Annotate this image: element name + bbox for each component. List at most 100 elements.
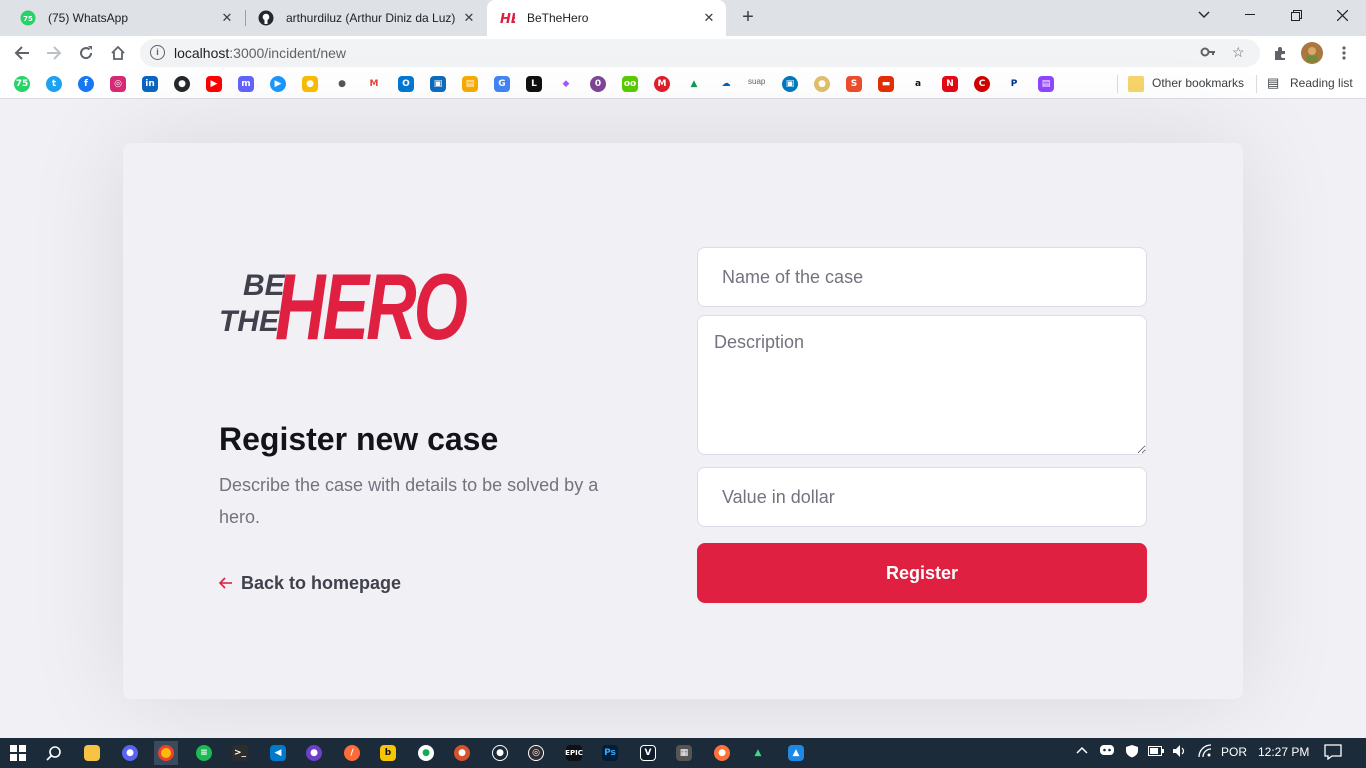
volume-icon[interactable]	[1172, 744, 1188, 761]
github-icon[interactable]: ●	[174, 76, 190, 92]
gmail-icon[interactable]: M	[366, 76, 382, 92]
obs-icon[interactable]: ◎	[524, 741, 548, 765]
linkedin-icon[interactable]: in	[142, 76, 158, 92]
figma-icon[interactable]: ◆	[558, 76, 574, 92]
back-icon[interactable]	[9, 40, 35, 66]
onion-icon[interactable]: 0	[590, 76, 606, 92]
apple-icon[interactable]: ●	[334, 76, 350, 92]
back-link-label: Back to homepage	[241, 573, 402, 593]
trello-icon[interactable]: ▣	[782, 76, 798, 92]
duolingo-icon[interactable]: oo	[622, 76, 638, 92]
close-window-button[interactable]	[1319, 0, 1365, 30]
reload-icon[interactable]	[73, 40, 99, 66]
back-to-homepage-link[interactable]: Back to homepage	[218, 573, 402, 594]
twitch-icon[interactable]: ▤	[1038, 76, 1054, 92]
tab-bethehero[interactable]: HE BeTheHero ✕	[487, 0, 726, 36]
drive-icon[interactable]: ▲	[686, 76, 702, 92]
postman-icon[interactable]: /	[340, 741, 364, 765]
address-bar[interactable]: i localhost:3000/incident/new ☆	[140, 39, 1260, 67]
shopee-icon[interactable]: S	[846, 76, 862, 92]
photos-icon[interactable]: ▲	[784, 741, 808, 765]
tab-badge: 75	[23, 15, 33, 23]
logo-hero: HERO	[275, 254, 467, 355]
close-tab-icon[interactable]: ✕	[218, 9, 236, 27]
suap-bookmark[interactable]: suap	[748, 77, 765, 86]
keep-icon[interactable]: ●	[302, 76, 318, 92]
battery-icon[interactable]	[1148, 744, 1164, 759]
paypal-icon[interactable]: P	[1006, 76, 1022, 92]
windows-start-icon[interactable]	[6, 741, 30, 765]
amazon-icon[interactable]: a	[910, 76, 926, 92]
facebook-icon[interactable]: f	[78, 76, 94, 92]
firefox-icon[interactable]: ●	[710, 741, 734, 765]
notion-icon[interactable]: L	[526, 76, 542, 92]
twitter-icon[interactable]: t	[46, 76, 62, 92]
bookmark-star-icon[interactable]: ☆	[1232, 44, 1245, 61]
vscode-icon[interactable]: ◀	[266, 741, 290, 765]
epic-games-icon[interactable]: EPIC	[562, 741, 586, 765]
prime-video-icon[interactable]: ▶	[270, 76, 286, 92]
vegas-icon[interactable]: V	[636, 741, 660, 765]
brand-c-icon[interactable]: C	[974, 76, 990, 92]
profile-avatar[interactable]	[1299, 40, 1325, 66]
file-explorer-icon[interactable]	[80, 741, 104, 765]
mastodon-icon[interactable]: m	[238, 76, 254, 92]
notifications-icon[interactable]	[1324, 744, 1342, 763]
youtube-icon[interactable]: ▶	[206, 76, 222, 92]
register-button[interactable]: Register	[697, 543, 1147, 603]
clock[interactable]: 12:27 PM	[1258, 745, 1309, 759]
terminal-icon[interactable]: >_	[228, 741, 252, 765]
case-value-input[interactable]	[697, 467, 1147, 527]
tab-whatsapp[interactable]: 75 (75) WhatsApp ✕	[0, 0, 244, 36]
page-title: Register new case	[219, 421, 499, 457]
extensions-icon[interactable]	[1267, 40, 1293, 66]
android-studio-icon[interactable]: ▲	[746, 741, 770, 765]
chevron-up-icon[interactable]	[1076, 744, 1088, 759]
classroom-icon[interactable]: ▤	[462, 76, 478, 92]
input-language[interactable]: POR	[1221, 745, 1247, 759]
discord-tray-icon[interactable]	[1100, 744, 1114, 759]
close-tab-icon[interactable]: ✕	[460, 9, 478, 27]
case-description-textarea[interactable]	[697, 315, 1147, 455]
chrome-icon[interactable]	[154, 741, 178, 765]
meet-icon[interactable]: M	[654, 76, 670, 92]
instagram-icon[interactable]: ◎	[110, 76, 126, 92]
minimize-button[interactable]	[1227, 0, 1273, 30]
spotify-icon[interactable]: ≡	[192, 741, 216, 765]
whatsapp-icon[interactable]: 75	[14, 76, 30, 92]
case-name-input[interactable]	[697, 247, 1147, 307]
reading-list[interactable]: Reading list	[1290, 76, 1353, 90]
beekeeper-icon[interactable]: b	[376, 741, 400, 765]
restore-button[interactable]	[1273, 0, 1319, 30]
edge-icon[interactable]: ●	[814, 76, 830, 92]
outlook-icon[interactable]: O	[398, 76, 414, 92]
teams-icon[interactable]: ▣	[430, 76, 446, 92]
aliexpress-icon[interactable]: ▬	[878, 76, 894, 92]
tab-search-icon[interactable]	[1181, 0, 1227, 30]
onedrive-icon[interactable]: ☁	[718, 76, 734, 92]
bookmarks-divider	[1117, 75, 1118, 93]
page-description: Describe the case with details to be sol…	[219, 475, 599, 527]
calculator-icon[interactable]: ▦	[672, 741, 696, 765]
search-icon[interactable]	[42, 741, 66, 765]
steam-icon[interactable]: ●	[488, 741, 512, 765]
wifi-icon[interactable]	[1198, 744, 1214, 761]
mongodb-compass-icon[interactable]: ●	[414, 741, 438, 765]
photoshop-icon[interactable]: Ps	[598, 741, 622, 765]
translate-icon[interactable]: G	[494, 76, 510, 92]
insomnia-icon[interactable]: ●	[450, 741, 474, 765]
shield-icon[interactable]	[1125, 744, 1139, 761]
tab-github[interactable]: arthurdiluz (Arthur Diniz da Luz) ✕	[246, 0, 486, 36]
new-tab-button[interactable]: +	[736, 7, 760, 29]
netflix-icon[interactable]: N	[942, 76, 958, 92]
site-info-icon[interactable]: i	[150, 45, 165, 60]
forward-icon[interactable]	[41, 40, 67, 66]
close-tab-icon[interactable]: ✕	[700, 9, 718, 27]
other-bookmarks[interactable]: Other bookmarks	[1152, 76, 1244, 90]
discord-icon[interactable]: ●	[118, 741, 142, 765]
home-icon[interactable]	[105, 40, 131, 66]
key-icon[interactable]	[1200, 44, 1216, 63]
be-the-hero-logo: BE THE HERO	[219, 254, 471, 355]
github-desktop-icon[interactable]: ●	[302, 741, 326, 765]
menu-icon[interactable]	[1331, 40, 1357, 66]
